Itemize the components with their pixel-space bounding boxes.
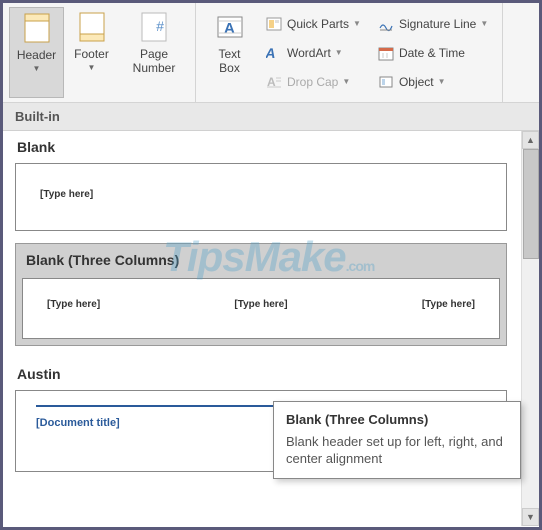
section-blank-title: Blank (3, 131, 519, 159)
header-icon (21, 12, 53, 44)
header-button[interactable]: Header ▼ (9, 7, 64, 98)
ribbon: Header ▼ Footer ▼ # Page Number A Text B… (3, 3, 539, 103)
wordart-button[interactable]: A WordArt ▼ (261, 42, 365, 64)
object-icon (377, 73, 395, 91)
quick-parts-label: Quick Parts (287, 17, 349, 31)
insert-commands: Signature Line ▼ Date & Time Object ▼ (369, 7, 496, 98)
gallery-item-blank[interactable]: [Type here] (15, 163, 507, 231)
signature-line-button[interactable]: Signature Line ▼ (373, 13, 492, 35)
footer-icon (76, 11, 108, 43)
wordart-icon: A (265, 44, 283, 62)
tooltip: Blank (Three Columns) Blank header set u… (273, 401, 521, 479)
drop-cap-button[interactable]: A Drop Cap ▼ (261, 71, 365, 93)
object-label: Object (399, 75, 434, 89)
drop-cap-label: Drop Cap (287, 75, 338, 89)
svg-text:A: A (266, 45, 277, 61)
chevron-down-icon: ▼ (33, 64, 41, 73)
scrollbar[interactable]: ▲ ▼ (521, 131, 539, 526)
wordart-label: WordArt (287, 46, 331, 60)
footer-button[interactable]: Footer ▼ (64, 7, 119, 98)
tooltip-desc: Blank header set up for left, right, and… (286, 433, 508, 468)
scroll-thumb[interactable] (523, 149, 539, 259)
section-austin-title: Austin (3, 358, 519, 386)
placeholder-text: [Type here] (47, 299, 100, 310)
page-number-icon: # (138, 11, 170, 43)
scroll-down-button[interactable]: ▼ (522, 508, 539, 526)
page-number-label: Page Number (133, 47, 176, 76)
chevron-down-icon: ▼ (480, 19, 488, 28)
text-box-icon: A (214, 11, 246, 43)
quick-parts-icon (265, 15, 283, 33)
ribbon-group-headerfooter: Header ▼ Footer ▼ # Page Number (3, 3, 196, 102)
text-box-button[interactable]: A Text Box (202, 7, 257, 98)
placeholder-text: [Type here] (422, 299, 475, 310)
chevron-down-icon: ▼ (88, 63, 96, 72)
text-box-label: Text Box (218, 47, 240, 76)
footer-label: Footer (74, 47, 109, 61)
signature-icon (377, 15, 395, 33)
scroll-up-button[interactable]: ▲ (522, 131, 539, 149)
signature-label: Signature Line (399, 17, 476, 31)
svg-text:A: A (224, 20, 235, 37)
section-blank-three-title: Blank (Three Columns) (16, 244, 506, 272)
gallery-item-blank-three-columns[interactable]: Blank (Three Columns) [Type here] [Type … (15, 243, 507, 346)
chevron-down-icon: ▼ (335, 48, 343, 57)
chevron-down-icon: ▼ (342, 77, 350, 86)
header-label: Header (17, 48, 56, 62)
chevron-down-icon: ▼ (353, 19, 361, 28)
object-button[interactable]: Object ▼ (373, 71, 492, 93)
chevron-down-icon: ▼ (438, 77, 446, 86)
text-commands: Quick Parts ▼ A WordArt ▼ A Drop Cap ▼ (257, 7, 369, 98)
drop-cap-icon: A (265, 73, 283, 91)
quick-parts-button[interactable]: Quick Parts ▼ (261, 13, 365, 35)
svg-text:#: # (156, 18, 164, 34)
placeholder-text: [Type here] (40, 189, 93, 200)
date-time-label: Date & Time (399, 46, 465, 60)
page-number-button[interactable]: # Page Number (119, 7, 189, 98)
gallery-heading: Built-in (3, 103, 539, 131)
calendar-icon (377, 44, 395, 62)
placeholder-text: [Type here] (234, 299, 287, 310)
date-time-button[interactable]: Date & Time (373, 42, 492, 64)
placeholder-doc-title: [Document title] (36, 417, 120, 429)
tooltip-title: Blank (Three Columns) (286, 412, 508, 427)
ribbon-group-text: A Text Box Quick Parts ▼ A WordArt ▼ A D… (196, 3, 503, 102)
